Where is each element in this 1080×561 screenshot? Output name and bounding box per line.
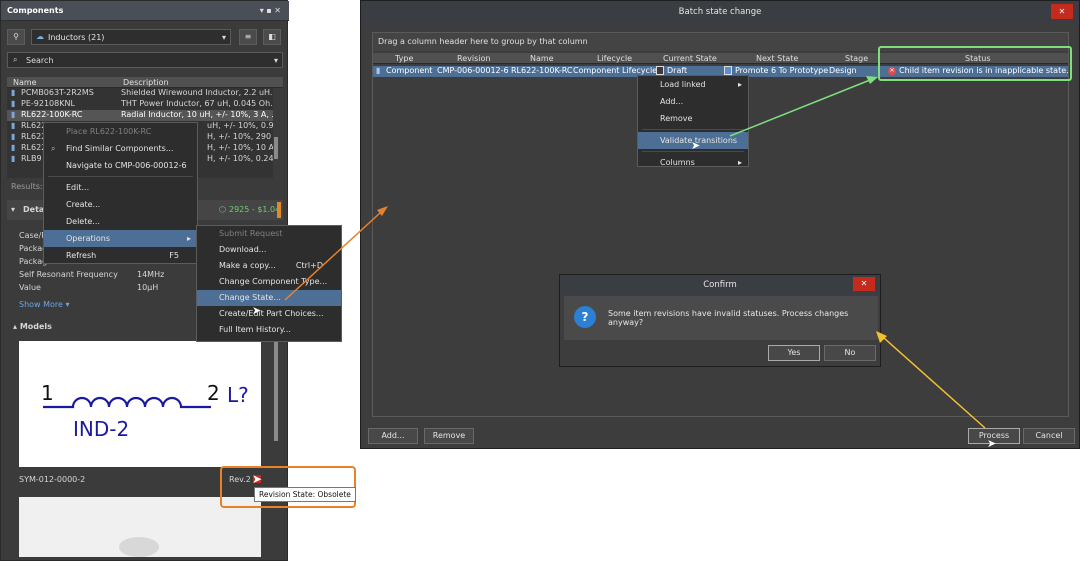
callout-arrows bbox=[284, 76, 986, 429]
